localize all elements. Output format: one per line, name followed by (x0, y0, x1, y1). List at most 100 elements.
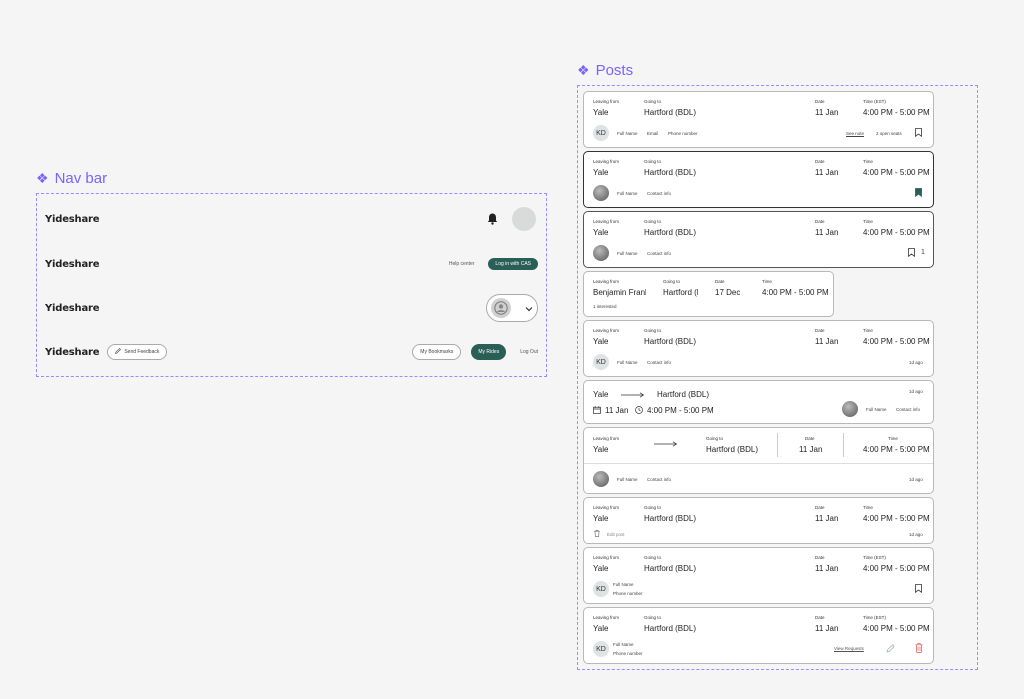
log-out-link[interactable]: Log Out (516, 349, 538, 355)
see-note-link[interactable]: See note (846, 131, 864, 136)
bookmark-icon[interactable] (908, 248, 915, 257)
edit-icon[interactable] (886, 644, 895, 653)
component-icon: ❖ (36, 170, 49, 186)
post-card[interactable]: Leaving from Yale Going to Hartford (BDL… (583, 151, 934, 208)
avatar (842, 401, 858, 417)
time-value: 4:00 PM - 5:00 PM (863, 337, 930, 346)
phone-number: Phone number (613, 651, 643, 656)
avatar: KD (593, 641, 609, 657)
time-label: Time (863, 219, 873, 224)
bell-icon[interactable] (484, 211, 500, 227)
bookmark-icon[interactable] (915, 128, 922, 137)
posted-ago: 1d ago (909, 532, 923, 537)
full-name: Full Name (866, 407, 887, 412)
to-value: Hartford (BDL) (644, 108, 697, 117)
edit-post-link[interactable]: Edit post (607, 532, 625, 537)
to-value: Hartford (BDL) (644, 337, 697, 346)
open-seats: 2 open seats (876, 131, 902, 136)
time-value: 4:00 PM - 5:00 PM (863, 564, 930, 573)
navbar-variant-1: Yideshare (45, 201, 538, 237)
from-value: Yale (593, 108, 609, 117)
time-label: Time (EST) (863, 615, 886, 620)
logo[interactable]: Yideshare (45, 214, 100, 225)
bookmark-icon[interactable] (915, 584, 922, 593)
post-card[interactable]: Yale Hartford (BDL) 1d ago 11 Jan 4:00 P… (583, 380, 934, 424)
time-value: 4:00 PM - 5:00 PM (863, 624, 930, 633)
leaving-from-label: Leaving from (593, 436, 620, 441)
time-label: Time (EST) (863, 555, 886, 560)
posted-ago: 1d ago (909, 389, 923, 394)
navbar-variant-2: Yideshare Help center Log in with CAS (45, 246, 538, 282)
my-rides-button[interactable]: My Rides (471, 344, 507, 360)
from-value: Yale (593, 624, 609, 633)
view-requests-link[interactable]: View Requests (834, 646, 864, 651)
send-feedback-button[interactable]: Send Feedback (107, 344, 168, 360)
trash-icon[interactable] (594, 530, 600, 537)
navbar-section-title: ❖ Nav bar (36, 170, 107, 187)
divider (777, 433, 778, 457)
full-name: Full Name (617, 477, 638, 482)
to-value: Hartford (BDL) (644, 168, 697, 177)
from-value: Benjamin Franklin (593, 288, 646, 297)
date-label: Date (815, 159, 825, 164)
avatar: KD (593, 581, 609, 597)
avatar (593, 245, 609, 261)
logo[interactable]: Yideshare (45, 303, 100, 314)
date-label: Date (815, 505, 825, 510)
interested-count: 1 interested (593, 304, 617, 309)
leaving-from-label: Leaving from (593, 505, 620, 510)
posts-section-title: ❖ Posts (577, 62, 633, 79)
login-cas-button[interactable]: Log in with CAS (488, 258, 538, 270)
avatar[interactable] (512, 207, 536, 231)
time-value: 4:00 PM - 5:00 PM (863, 228, 930, 237)
date-value: 11 Jan (815, 228, 839, 237)
post-card[interactable]: Leaving from Yale Going to Hartford (BDL… (583, 211, 934, 268)
time-label: Time (888, 436, 898, 441)
date-label: Date (815, 219, 825, 224)
post-card[interactable]: Leaving from Yale Going to Hartford (BDL… (583, 427, 934, 494)
calendar-icon (593, 406, 601, 414)
post-card[interactable]: Leaving from Yale Going to Hartford (BDL… (583, 547, 934, 604)
date-value: 11 Jan (799, 445, 823, 454)
going-to-label: Going to (644, 99, 662, 104)
date-value: 17 Dec (715, 288, 741, 297)
full-name: Full Name (613, 582, 634, 587)
clock-icon (635, 406, 643, 414)
bookmark-filled-icon[interactable] (915, 188, 922, 197)
contact-info: Contact info (647, 360, 672, 365)
going-to-label: Going to (644, 505, 662, 510)
going-to-label: Going to (644, 328, 662, 333)
date-label: Date (815, 615, 825, 620)
date-label: Date (815, 555, 825, 560)
my-bookmarks-button[interactable]: My Bookmarks (412, 344, 462, 360)
help-center-link[interactable]: Help center (449, 261, 475, 267)
post-card[interactable]: Leaving from Benjamin Franklin Going to … (583, 271, 834, 317)
post-card[interactable]: Leaving from Yale Going to Hartford (BDL… (583, 320, 934, 377)
date-value: 11 Jan (605, 406, 629, 415)
from-value: Yale (593, 514, 609, 523)
leaving-from-label: Leaving from (593, 219, 620, 224)
profile-menu-button[interactable] (486, 294, 538, 322)
send-feedback-label: Send Feedback (124, 349, 160, 355)
contact-info: Contact info (647, 191, 672, 196)
contact-info: Contact info (896, 407, 921, 412)
from-value: Yale (593, 445, 609, 454)
navbar-section-label: Nav bar (54, 170, 108, 187)
chevron-down-icon (525, 299, 533, 317)
time-value: 4:00 PM - 5:00 PM (647, 406, 714, 415)
user-icon (491, 298, 511, 318)
divider (843, 433, 844, 457)
logo[interactable]: Yideshare (45, 259, 100, 270)
posted-ago: 1d ago (909, 477, 923, 482)
logo[interactable]: Yideshare (45, 347, 100, 358)
post-card[interactable]: Leaving from Yale Going to Hartford (BDL… (583, 497, 934, 544)
post-card[interactable]: Leaving from Yale Going to Hartford (BDL… (583, 91, 934, 148)
date-label: Date (715, 279, 725, 284)
from-value: Yale (593, 168, 609, 177)
full-name: Full Name (617, 191, 638, 196)
leaving-from-label: Leaving from (593, 279, 620, 284)
post-card[interactable]: Leaving from Yale Going to Hartford (BDL… (583, 607, 934, 664)
from-value: Yale (593, 337, 609, 346)
date-value: 11 Jan (815, 564, 839, 573)
trash-icon[interactable] (915, 643, 923, 653)
